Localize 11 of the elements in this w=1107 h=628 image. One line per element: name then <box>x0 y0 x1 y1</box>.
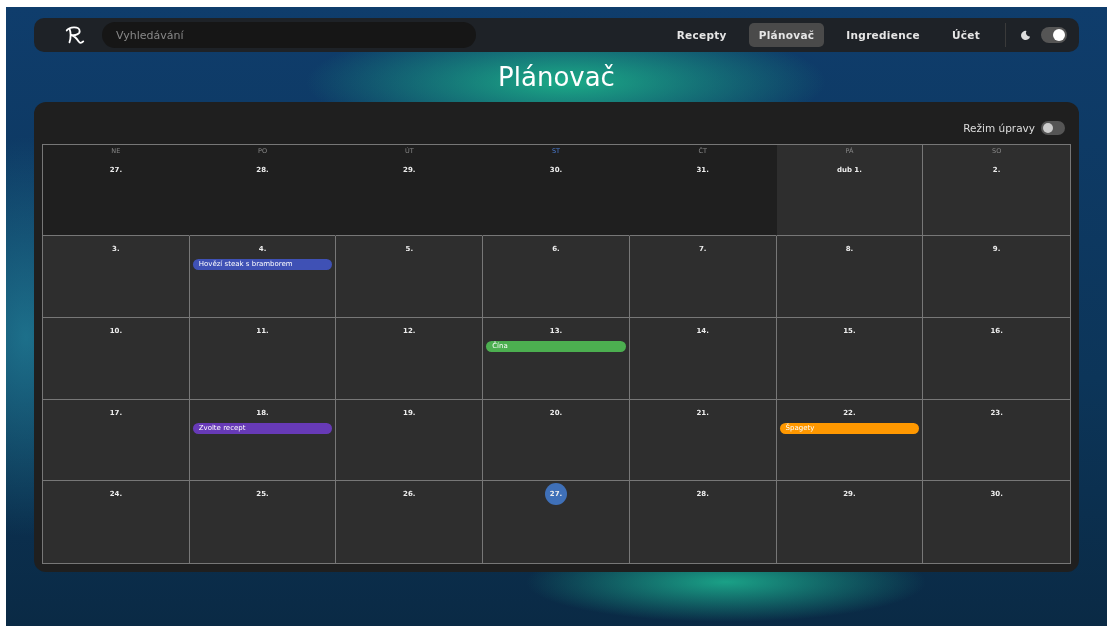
nav-tab[interactable]: Účet <box>941 23 990 47</box>
edit-mode-label: Režim úpravy <box>963 122 1035 134</box>
nav-tab[interactable]: Plánovač <box>748 23 825 47</box>
edit-mode-toggle[interactable] <box>1041 121 1065 135</box>
page-title: Plánovač <box>497 61 616 94</box>
search-field[interactable]: Vyhledávání <box>102 22 476 48</box>
moon-icon <box>1020 29 1031 41</box>
theme-toggle[interactable] <box>1041 27 1067 43</box>
nav-tab[interactable]: Ingredience <box>836 23 930 47</box>
logo-icon[interactable] <box>64 24 86 46</box>
nav-tab[interactable]: Recepty <box>666 23 737 47</box>
